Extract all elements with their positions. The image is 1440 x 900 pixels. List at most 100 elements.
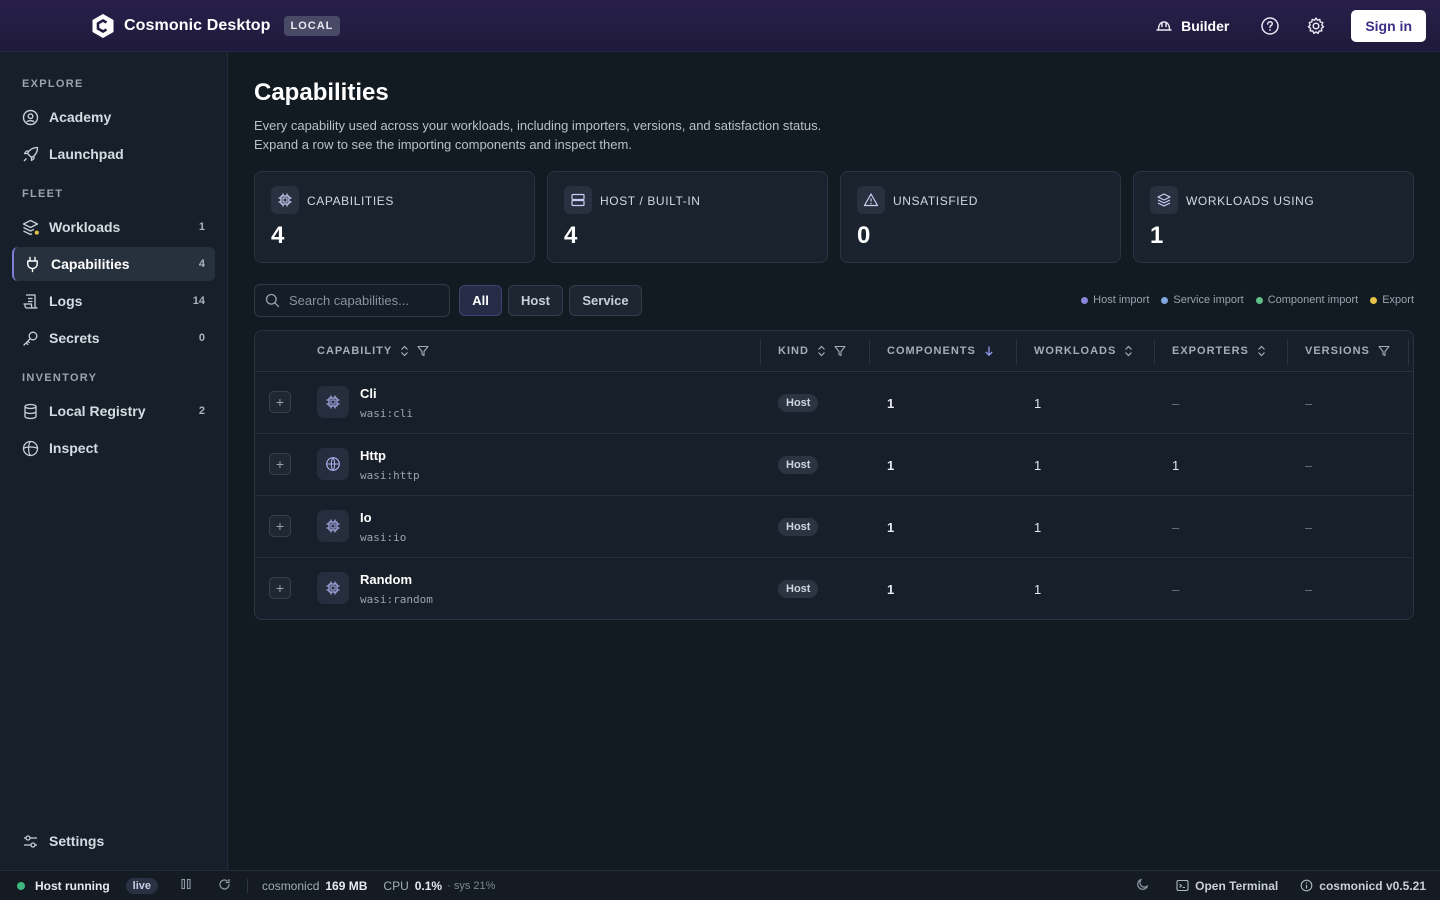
terminal-icon (1176, 879, 1189, 892)
page-description-line: Every capability used across your worklo… (254, 118, 822, 133)
column-header-kind[interactable]: KIND (778, 345, 846, 357)
column-header-workloads[interactable]: WORKLOADS (1034, 345, 1133, 357)
capability-name[interactable]: Cli (360, 386, 377, 401)
sort-descending-icon[interactable] (984, 345, 994, 357)
pause-button[interactable] (180, 878, 192, 893)
exporters-count: 1 (1172, 458, 1180, 473)
sign-in-button[interactable]: Sign in (1351, 10, 1426, 42)
plus-icon: + (275, 394, 285, 410)
column-divider (1154, 339, 1155, 365)
brand[interactable]: Cosmonic Desktop LOCAL (91, 13, 341, 39)
expand-row-button[interactable]: + (269, 515, 291, 537)
sidebar-item-label: Settings (49, 833, 105, 849)
column-header-label: CAPABILITY (317, 345, 393, 357)
table-row[interactable]: + Http wasi:http Host 1 1 1 – (255, 434, 1413, 496)
versions-value: – (1305, 520, 1313, 535)
status-bar: Host running live cosmonicd 169 MB CPU 0… (0, 870, 1440, 900)
sidebar-item-label: Workloads (49, 219, 121, 235)
sort-icon[interactable] (1257, 345, 1266, 357)
table-header: CAPABILITY KIND COMPONENTS WORKLOADS EXP… (255, 331, 1413, 372)
stat-label: WORKLOADS USING (1186, 194, 1315, 208)
database-icon (22, 402, 40, 420)
academy-icon (22, 108, 40, 126)
kind-badge: Host (778, 394, 819, 412)
capability-name[interactable]: Http (360, 448, 386, 463)
open-terminal-button[interactable]: Open Terminal (1176, 879, 1278, 893)
expand-row-button[interactable]: + (269, 391, 291, 413)
filter-icon[interactable] (417, 345, 429, 357)
search-field[interactable] (254, 284, 450, 317)
theme-toggle-button[interactable] (1136, 877, 1150, 894)
sidebar-item-local-registry[interactable]: Local Registry 2 (12, 394, 215, 428)
sort-icon[interactable] (1124, 345, 1133, 357)
filter-icon[interactable] (834, 345, 846, 357)
sidebar-section-inventory: INVENTORY (22, 372, 98, 384)
pause-icon (181, 878, 191, 890)
legend-dot (1370, 296, 1378, 304)
stat-value: 1 (1150, 222, 1164, 249)
gear-icon (1308, 17, 1325, 35)
table-row[interactable]: + Random wasi:random Host 1 1 – – (255, 558, 1413, 619)
page-description-line: Expand a row to see the importing compon… (254, 137, 632, 152)
components-count: 1 (887, 582, 895, 597)
expand-row-button[interactable]: + (269, 453, 291, 475)
filter-icon[interactable] (1378, 345, 1390, 357)
sidebar-item-academy[interactable]: Academy (12, 100, 215, 134)
refresh-button[interactable] (218, 878, 231, 894)
column-divider (869, 339, 870, 365)
settings-button[interactable] (1305, 15, 1327, 37)
refresh-icon (219, 878, 230, 890)
sidebar-item-workloads[interactable]: Workloads 1 (12, 210, 215, 244)
sidebar-item-launchpad[interactable]: Launchpad (12, 137, 215, 171)
column-header-label: KIND (778, 345, 809, 357)
column-header-capability[interactable]: CAPABILITY (317, 345, 429, 357)
sort-icon[interactable] (400, 345, 409, 357)
sliders-icon (22, 832, 40, 850)
versions-value: – (1305, 582, 1313, 597)
warning-icon (857, 186, 885, 214)
inspect-icon (22, 439, 40, 457)
sidebar-item-inspect[interactable]: Inspect (12, 431, 215, 465)
sidebar-item-capabilities[interactable]: Capabilities 4 (12, 247, 215, 281)
legend-label: Component import (1267, 294, 1359, 306)
column-header-versions[interactable]: VERSIONS (1305, 345, 1390, 357)
help-button[interactable] (1259, 15, 1281, 37)
versions-value: – (1305, 396, 1313, 411)
table-row[interactable]: + Io wasi:io Host 1 1 – – (255, 496, 1413, 558)
legend-item: Service import (1161, 294, 1244, 306)
help-icon (1261, 17, 1280, 35)
expand-row-button[interactable]: + (269, 577, 291, 599)
filter-host-button[interactable]: Host (508, 285, 563, 316)
builder-button[interactable]: Builder (1155, 18, 1229, 34)
sidebar-item-settings[interactable]: Settings (12, 824, 215, 858)
filter-service-button[interactable]: Service (569, 285, 642, 316)
legend-label: Service import (1173, 294, 1244, 306)
search-input[interactable] (289, 293, 439, 308)
page-description: Every capability used across your worklo… (254, 116, 821, 154)
stat-label: HOST / BUILT-IN (600, 194, 701, 208)
legend-item: Export (1370, 294, 1414, 306)
column-header-components[interactable]: COMPONENTS (887, 345, 994, 357)
capability-id: wasi:io (360, 531, 407, 544)
sidebar-item-label: Inspect (49, 440, 99, 456)
table-row[interactable]: + Cli wasi:cli Host 1 1 – – (255, 372, 1413, 434)
components-count: 1 (887, 520, 895, 535)
capability-name[interactable]: Random (360, 572, 412, 587)
exporters-count: – (1172, 582, 1180, 597)
sidebar-item-logs[interactable]: Logs 14 (12, 284, 215, 318)
top-bar: Cosmonic Desktop LOCAL Builder Sign in (0, 0, 1440, 52)
host-status-text: Host running (35, 878, 110, 893)
cpu-label: CPU (383, 878, 409, 893)
legend-label: Host import (1093, 294, 1150, 306)
column-header-label: COMPONENTS (887, 345, 976, 357)
column-header-exporters[interactable]: EXPORTERS (1172, 345, 1266, 357)
stat-value: 4 (271, 222, 285, 249)
legend-item: Host import (1081, 294, 1149, 306)
filter-all-button[interactable]: All (459, 285, 502, 316)
kind-badge: Host (778, 518, 819, 536)
sidebar-item-secrets[interactable]: Secrets 0 (12, 321, 215, 355)
stat-label: UNSATISFIED (893, 194, 979, 208)
capability-name[interactable]: Io (360, 510, 372, 525)
sidebar-item-label: Logs (49, 293, 83, 309)
sort-icon[interactable] (817, 345, 826, 357)
